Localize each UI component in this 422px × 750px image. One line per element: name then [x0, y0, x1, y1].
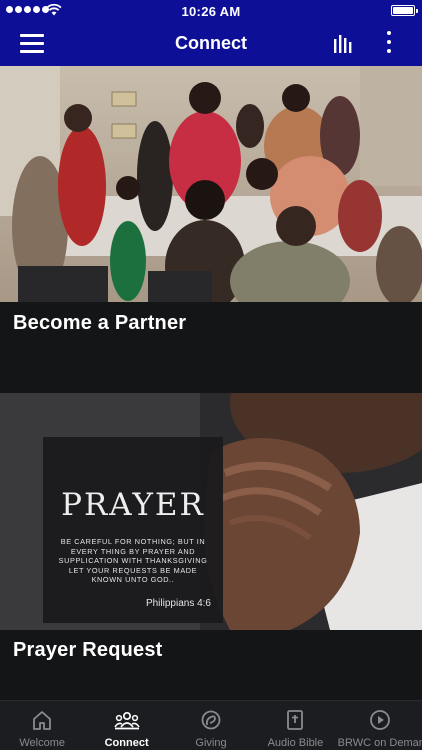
prayer-request-card[interactable]: PRAYER BE CAREFUL FOR NOTHING; BUT IN EV… — [0, 393, 422, 700]
prayer-overlay: PRAYER BE CAREFUL FOR NOTHING; BUT IN EV… — [43, 437, 223, 623]
tab-giving[interactable]: Giving — [169, 701, 253, 750]
tab-giving-label: Giving — [195, 737, 227, 749]
top-bar: 10:26 AM Connect — [0, 0, 422, 66]
partner-photo — [0, 66, 422, 302]
prayer-verse: BE CAREFUL FOR NOTHING; BUT IN EVERY THI… — [58, 537, 208, 584]
status-bar: 10:26 AM — [0, 0, 422, 22]
play-circle-icon — [369, 710, 390, 730]
group-icon — [113, 711, 140, 730]
bible-icon — [287, 710, 304, 730]
battery-icon — [391, 5, 418, 16]
become-partner-label: Become a Partner — [13, 312, 187, 334]
tab-audio-bible[interactable]: Audio Bible — [253, 701, 337, 750]
prayer-request-label: Prayer Request — [13, 639, 163, 661]
audio-bars-icon[interactable] — [333, 33, 355, 53]
vertical-ellipsis-icon[interactable] — [382, 31, 396, 57]
status-time: 10:26 AM — [181, 4, 241, 19]
nav-bar: Connect — [0, 22, 422, 66]
prayer-title: PRAYER — [61, 487, 205, 523]
page-title: Connect — [175, 33, 247, 53]
tab-brwc-on-demand[interactable]: BRWC on Demand — [338, 701, 422, 750]
hand-heart-icon — [201, 710, 221, 730]
home-icon — [33, 711, 52, 730]
prayer-reference: Philippians 4:6 — [145, 598, 211, 609]
prayer-photo: PRAYER BE CAREFUL FOR NOTHING; BUT IN EV… — [0, 393, 422, 630]
tab-connect[interactable]: Connect — [84, 701, 168, 750]
become-partner-card[interactable]: Become a Partner — [0, 66, 422, 393]
tab-audio-bible-label: Audio Bible — [267, 737, 324, 749]
tab-bar: Welcome Connect Giving Audio Bible BRWC … — [0, 700, 422, 750]
tab-welcome-label: Welcome — [19, 737, 66, 749]
tab-welcome[interactable]: Welcome — [0, 701, 84, 750]
tab-brwc-on-demand-label: BRWC on Demand — [337, 737, 422, 749]
tab-connect-label: Connect — [104, 737, 149, 749]
